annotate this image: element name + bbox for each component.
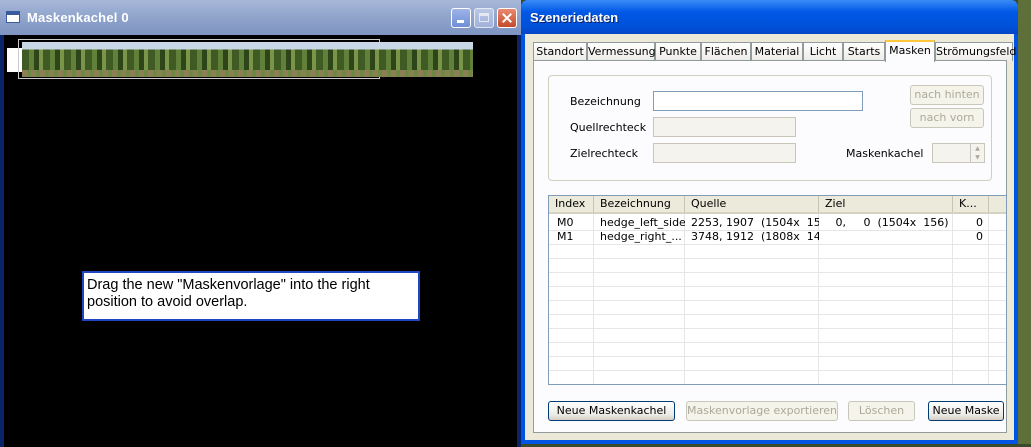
grid-line	[549, 244, 1006, 245]
bezeichnung-label: Bezeichnung	[570, 95, 641, 108]
grid-line	[549, 258, 1006, 259]
neue-maskenkachel-button[interactable]: Neue Maskenkachel	[548, 401, 675, 421]
window-icon	[6, 11, 20, 23]
maskenvorlage-exportieren-button[interactable]: Maskenvorlage exportieren	[686, 401, 838, 421]
tab-punkte[interactable]: Punkte	[655, 42, 701, 61]
cell-k: 0	[976, 230, 983, 243]
cell-bezeichnung: hedge_right_...	[600, 230, 682, 243]
column-index[interactable]: Index	[549, 196, 594, 212]
close-button[interactable]	[497, 8, 517, 28]
bezeichnung-input[interactable]	[653, 91, 863, 111]
hedge-texture-image[interactable]	[22, 42, 473, 77]
nach-vorn-button[interactable]: nach vorn	[910, 108, 984, 128]
tab-standort[interactable]: Standort	[533, 42, 587, 61]
szeneriedaten-window: Szeneriedaten Standort Vermessung Punkte…	[521, 0, 1018, 444]
cell-index: M1	[557, 230, 574, 243]
grid-line	[549, 370, 1006, 371]
zielrechteck-label: Zielrechteck	[570, 147, 638, 160]
maximize-button	[474, 8, 494, 28]
quellrechteck-label: Quellrechteck	[570, 121, 647, 134]
masken-panel: Bezeichnung Quellrechteck Zielrechteck n…	[533, 60, 1007, 433]
cell-bezeichnung: hedge_left_side	[600, 216, 685, 229]
column-ziel[interactable]: Ziel	[819, 196, 953, 212]
column-quelle[interactable]: Quelle	[685, 196, 819, 212]
spinner-arrows-icon[interactable]: ▲ ▼	[970, 144, 984, 162]
masks-table[interactable]: Index Bezeichnung Quelle Ziel K... M0 he…	[548, 195, 1007, 385]
grid-line	[549, 328, 1006, 329]
window-title: Maskenkachel 0	[27, 10, 129, 25]
table-header: Index Bezeichnung Quelle Ziel K...	[549, 196, 1006, 214]
cell-quelle: 2253, 1907 (1504x 156)	[691, 216, 819, 229]
grid-line	[549, 300, 1006, 301]
maskenkachel-window: Maskenkachel 0 Drag the new "Maskenvorla…	[0, 0, 521, 447]
maskenkachel-spinner[interactable]: ▲ ▼	[932, 143, 985, 163]
cell-ziel	[819, 230, 953, 244]
table-row[interactable]: M0 hedge_left_side 2253, 1907 (1504x 156…	[549, 216, 1006, 230]
grid-line	[549, 272, 1006, 273]
tab-masken[interactable]: Masken	[885, 40, 935, 62]
column-bezeichnung[interactable]: Bezeichnung	[594, 196, 685, 212]
mask-properties-group: Bezeichnung Quellrechteck Zielrechteck n…	[548, 75, 992, 181]
grid-line	[549, 356, 1006, 357]
minimize-button[interactable]	[451, 8, 471, 28]
dialog-client: Standort Vermessung Punkte Flächen Mater…	[525, 34, 1016, 440]
tab-stroemungsfeld[interactable]: Strömungsfeld	[935, 42, 1016, 61]
zielrechteck-field	[653, 143, 796, 163]
maskenkachel-label: Maskenkachel	[846, 147, 924, 160]
mask-canvas[interactable]	[4, 35, 517, 447]
loeschen-button[interactable]: Löschen	[848, 401, 915, 421]
window-title: Szeneriedaten	[530, 10, 619, 25]
title-bar[interactable]: Maskenkachel 0	[0, 0, 521, 35]
title-bar[interactable]: Szeneriedaten	[521, 0, 1018, 34]
grid-line	[549, 286, 1006, 287]
tab-flaechen[interactable]: Flächen	[701, 42, 751, 61]
cell-k: 0	[976, 216, 983, 229]
table-row[interactable]: M1 hedge_right_... 3748, 1912 (1808x 148…	[549, 230, 1006, 244]
cell-quelle: 3748, 1912 (1808x 148)	[691, 230, 819, 243]
quellrechteck-field	[653, 117, 796, 137]
instruction-callout: Drag the new "Maskenvorlage" into the ri…	[82, 271, 420, 321]
tab-licht[interactable]: Licht	[803, 42, 843, 61]
tab-material[interactable]: Material	[751, 42, 803, 61]
desktop-background	[1018, 0, 1031, 447]
tab-vermessung[interactable]: Vermessung	[587, 42, 656, 61]
grid-line	[549, 342, 1006, 343]
nach-hinten-button[interactable]: nach hinten	[910, 85, 984, 105]
tab-starts[interactable]: Starts	[843, 42, 885, 61]
neue-maske-button[interactable]: Neue Maske	[928, 401, 1004, 421]
column-k[interactable]: K...	[953, 196, 989, 212]
grid-line	[549, 314, 1006, 315]
cell-ziel: 0, 0 (1504x 156)	[825, 216, 949, 229]
cell-index: M0	[557, 216, 574, 229]
